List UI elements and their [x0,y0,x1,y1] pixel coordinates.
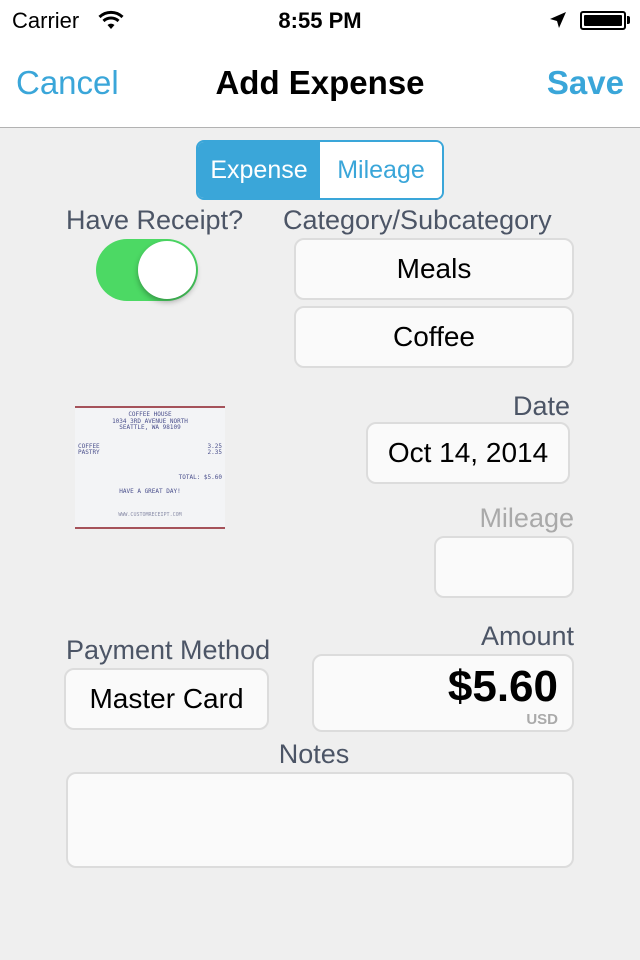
amount-input[interactable]: $5.60 USD [312,654,574,732]
amount-value: $5.60 [447,662,558,711]
expense-type-segmented-control: Expense Mileage [196,140,444,200]
receipt-items: COFFEE 3.25 PASTRY 2.35 [75,443,225,457]
mileage-input[interactable] [434,536,574,598]
battery-icon [580,11,626,30]
clock: 8:55 PM [278,8,362,33]
segment-expense[interactable]: Expense [198,142,320,198]
payment-method-label: Payment Method [66,635,271,665]
segment-mileage[interactable]: Mileage [320,142,442,198]
receipt-header: COFFEE HOUSE 1034 3RD AVENUE NORTH SEATT… [75,411,225,432]
receipt-item-price: 2.35 [207,449,222,456]
receipt-greeting: HAVE A GREAT DAY! [119,488,181,495]
subcategory-value: Coffee [393,321,475,352]
date-value: Oct 14, 2014 [387,437,549,468]
amount-label: Amount [480,621,574,651]
status-bar: Carrier 8:55 PM [0,0,640,40]
location-arrow-icon [550,12,566,28]
mileage-label: Mileage [479,503,574,533]
date-label: Date [512,391,570,421]
toggle-knob [138,241,196,299]
payment-method-value: Master Card [89,683,244,714]
save-button[interactable]: Save [547,64,624,102]
currency-label: USD [526,711,558,728]
category-value: Meals [396,253,472,284]
notes-label: Notes [278,739,350,769]
receipt-item: PASTRY 2.35 [78,449,222,457]
payment-method-field[interactable]: Master Card [64,668,269,730]
date-field[interactable]: Oct 14, 2014 [366,422,570,484]
category-field[interactable]: Meals [294,238,574,300]
receipt-thumbnail[interactable]: COFFEE HOUSE 1034 3RD AVENUE NORTH SEATT… [75,406,225,529]
have-receipt-toggle[interactable] [96,239,198,301]
category-label: Category/Subcategory [283,205,552,235]
receipt-address-line2: SEATTLE, WA 98109 [119,424,181,431]
battery-tip [627,16,630,24]
notes-textarea[interactable] [66,772,574,868]
subcategory-field[interactable]: Coffee [294,306,574,368]
have-receipt-label: Have Receipt? [66,205,244,235]
receipt-total: TOTAL: $5.60 [178,473,222,481]
cancel-button[interactable]: Cancel [16,64,119,102]
receipt-item-name: PASTRY [78,449,100,456]
receipt-footer: WWW.CUSTOMRECEIPT.COM [118,511,182,518]
navigation-bar: Cancel Add Expense Save [0,40,640,128]
